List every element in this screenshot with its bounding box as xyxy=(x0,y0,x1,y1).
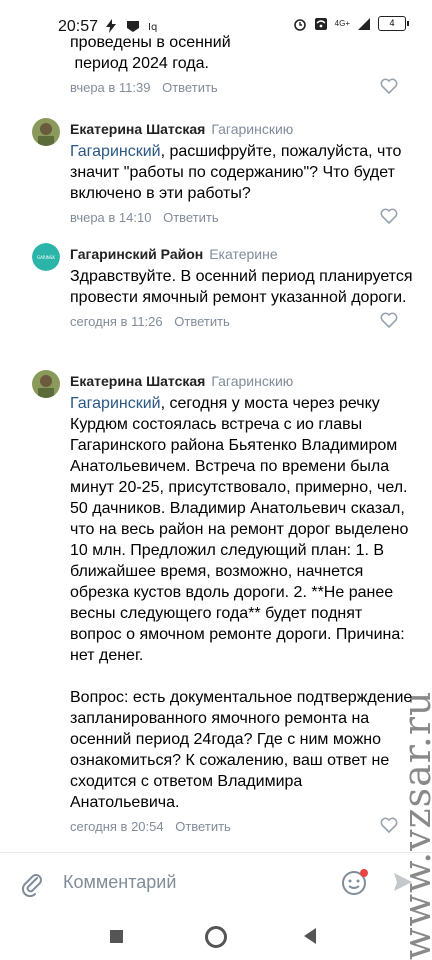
comment-text: проведены в осенний период 2024 года. xyxy=(70,32,416,74)
comment-item: Екатерина Шатская Гагаринскию Гагаринский… xyxy=(70,120,416,230)
avatar[interactable] xyxy=(32,118,60,146)
comment-meta: вчера в 14:10 Ответить xyxy=(70,208,416,230)
user-photo-icon xyxy=(32,370,60,398)
comment-text-line: период 2024 года. xyxy=(70,55,209,72)
reply-button[interactable]: Ответить xyxy=(174,314,230,329)
comment-meta: сегодня в 20:54 Ответить xyxy=(70,817,416,839)
comment-item: Гагаринский Район Екатерине Здравствуйте.… xyxy=(70,245,416,334)
avatar[interactable] xyxy=(32,370,60,398)
back-icon[interactable] xyxy=(304,928,316,944)
comment-composer: Комментарий xyxy=(0,852,432,913)
home-icon[interactable] xyxy=(205,926,227,948)
user-photo-icon xyxy=(32,118,60,146)
comment-text: Гагаринский, расшифруйте, пожалуйста, чт… xyxy=(70,141,416,204)
author-name[interactable]: Екатерина Шатская xyxy=(70,373,205,389)
comment-item: Екатерина Шатская Гагаринскию Гагаринский… xyxy=(70,372,416,839)
comment-text-line: проведены в осенний xyxy=(70,34,231,51)
ig-icon: Iq xyxy=(148,22,157,33)
battery-icon: 4 xyxy=(378,16,409,31)
battery-level: 4 xyxy=(389,18,395,28)
avatar[interactable]: GARINSK xyxy=(32,243,60,271)
comment-text: Здравствуйте. В осенний период планирует… xyxy=(70,268,413,306)
comment-meta: сегодня в 11:26 Ответить xyxy=(70,312,416,334)
signal-icon xyxy=(358,17,370,30)
watermark: www.vzsar.ru xyxy=(395,690,432,960)
comment-text: Гагаринский, сегодня у моста через речку… xyxy=(70,393,416,666)
comment-author-line: Екатерина Шатская Гагаринскию xyxy=(70,372,416,390)
like-icon[interactable] xyxy=(380,208,398,224)
author-name[interactable]: Гагаринский Район xyxy=(70,246,203,262)
mention-link[interactable]: Гагаринский xyxy=(70,395,161,412)
attach-icon[interactable] xyxy=(20,871,44,897)
telegram-icon xyxy=(127,21,139,32)
wifi-icon xyxy=(314,17,327,30)
mention-link[interactable]: Гагаринский xyxy=(70,143,161,160)
author-name[interactable]: Екатерина Шатская xyxy=(70,121,205,137)
emoji-icon[interactable] xyxy=(340,867,370,897)
status-right-icons: 4G+ 4 xyxy=(293,16,409,31)
alarm-icon xyxy=(293,18,306,31)
reply-to: Екатерине xyxy=(209,246,278,262)
reply-to: Гагаринскию xyxy=(211,373,294,389)
comment-text-paragraph: Вопрос: есть документальное подтверждени… xyxy=(70,689,413,811)
like-icon[interactable] xyxy=(380,312,398,328)
reply-button[interactable]: Ответить xyxy=(163,210,219,225)
comment-time: сегодня в 11:26 xyxy=(70,314,163,329)
comment-author-line: Екатерина Шатская Гагаринскию xyxy=(70,120,416,138)
comment-text-body: , сегодня у моста через речку Курдюм сос… xyxy=(70,395,409,664)
reply-to: Гагаринскию xyxy=(211,121,294,137)
comment-time: вчера в 11:39 xyxy=(70,80,151,95)
status-left-icons: Iq xyxy=(104,19,162,33)
recents-icon[interactable] xyxy=(110,930,123,943)
comment-time: сегодня в 20:54 xyxy=(70,819,164,834)
like-icon[interactable] xyxy=(380,78,398,94)
district-logo-icon: GARINSK xyxy=(32,243,60,271)
comment-item: проведены в осенний период 2024 года. вч… xyxy=(70,32,416,100)
network-type: 4G+ xyxy=(334,18,350,28)
reply-button[interactable]: Ответить xyxy=(162,80,218,95)
avatar-text: GARINSK xyxy=(37,255,55,260)
comment-input[interactable]: Комментарий xyxy=(63,872,176,893)
bolt-icon xyxy=(106,19,116,33)
system-nav-bar xyxy=(0,912,432,960)
comment-time: вчера в 14:10 xyxy=(70,210,152,225)
comment-meta: вчера в 11:39 Ответить xyxy=(70,78,416,100)
reply-button[interactable]: Ответить xyxy=(175,819,231,834)
comment-author-line: Гагаринский Район Екатерине xyxy=(70,245,416,263)
